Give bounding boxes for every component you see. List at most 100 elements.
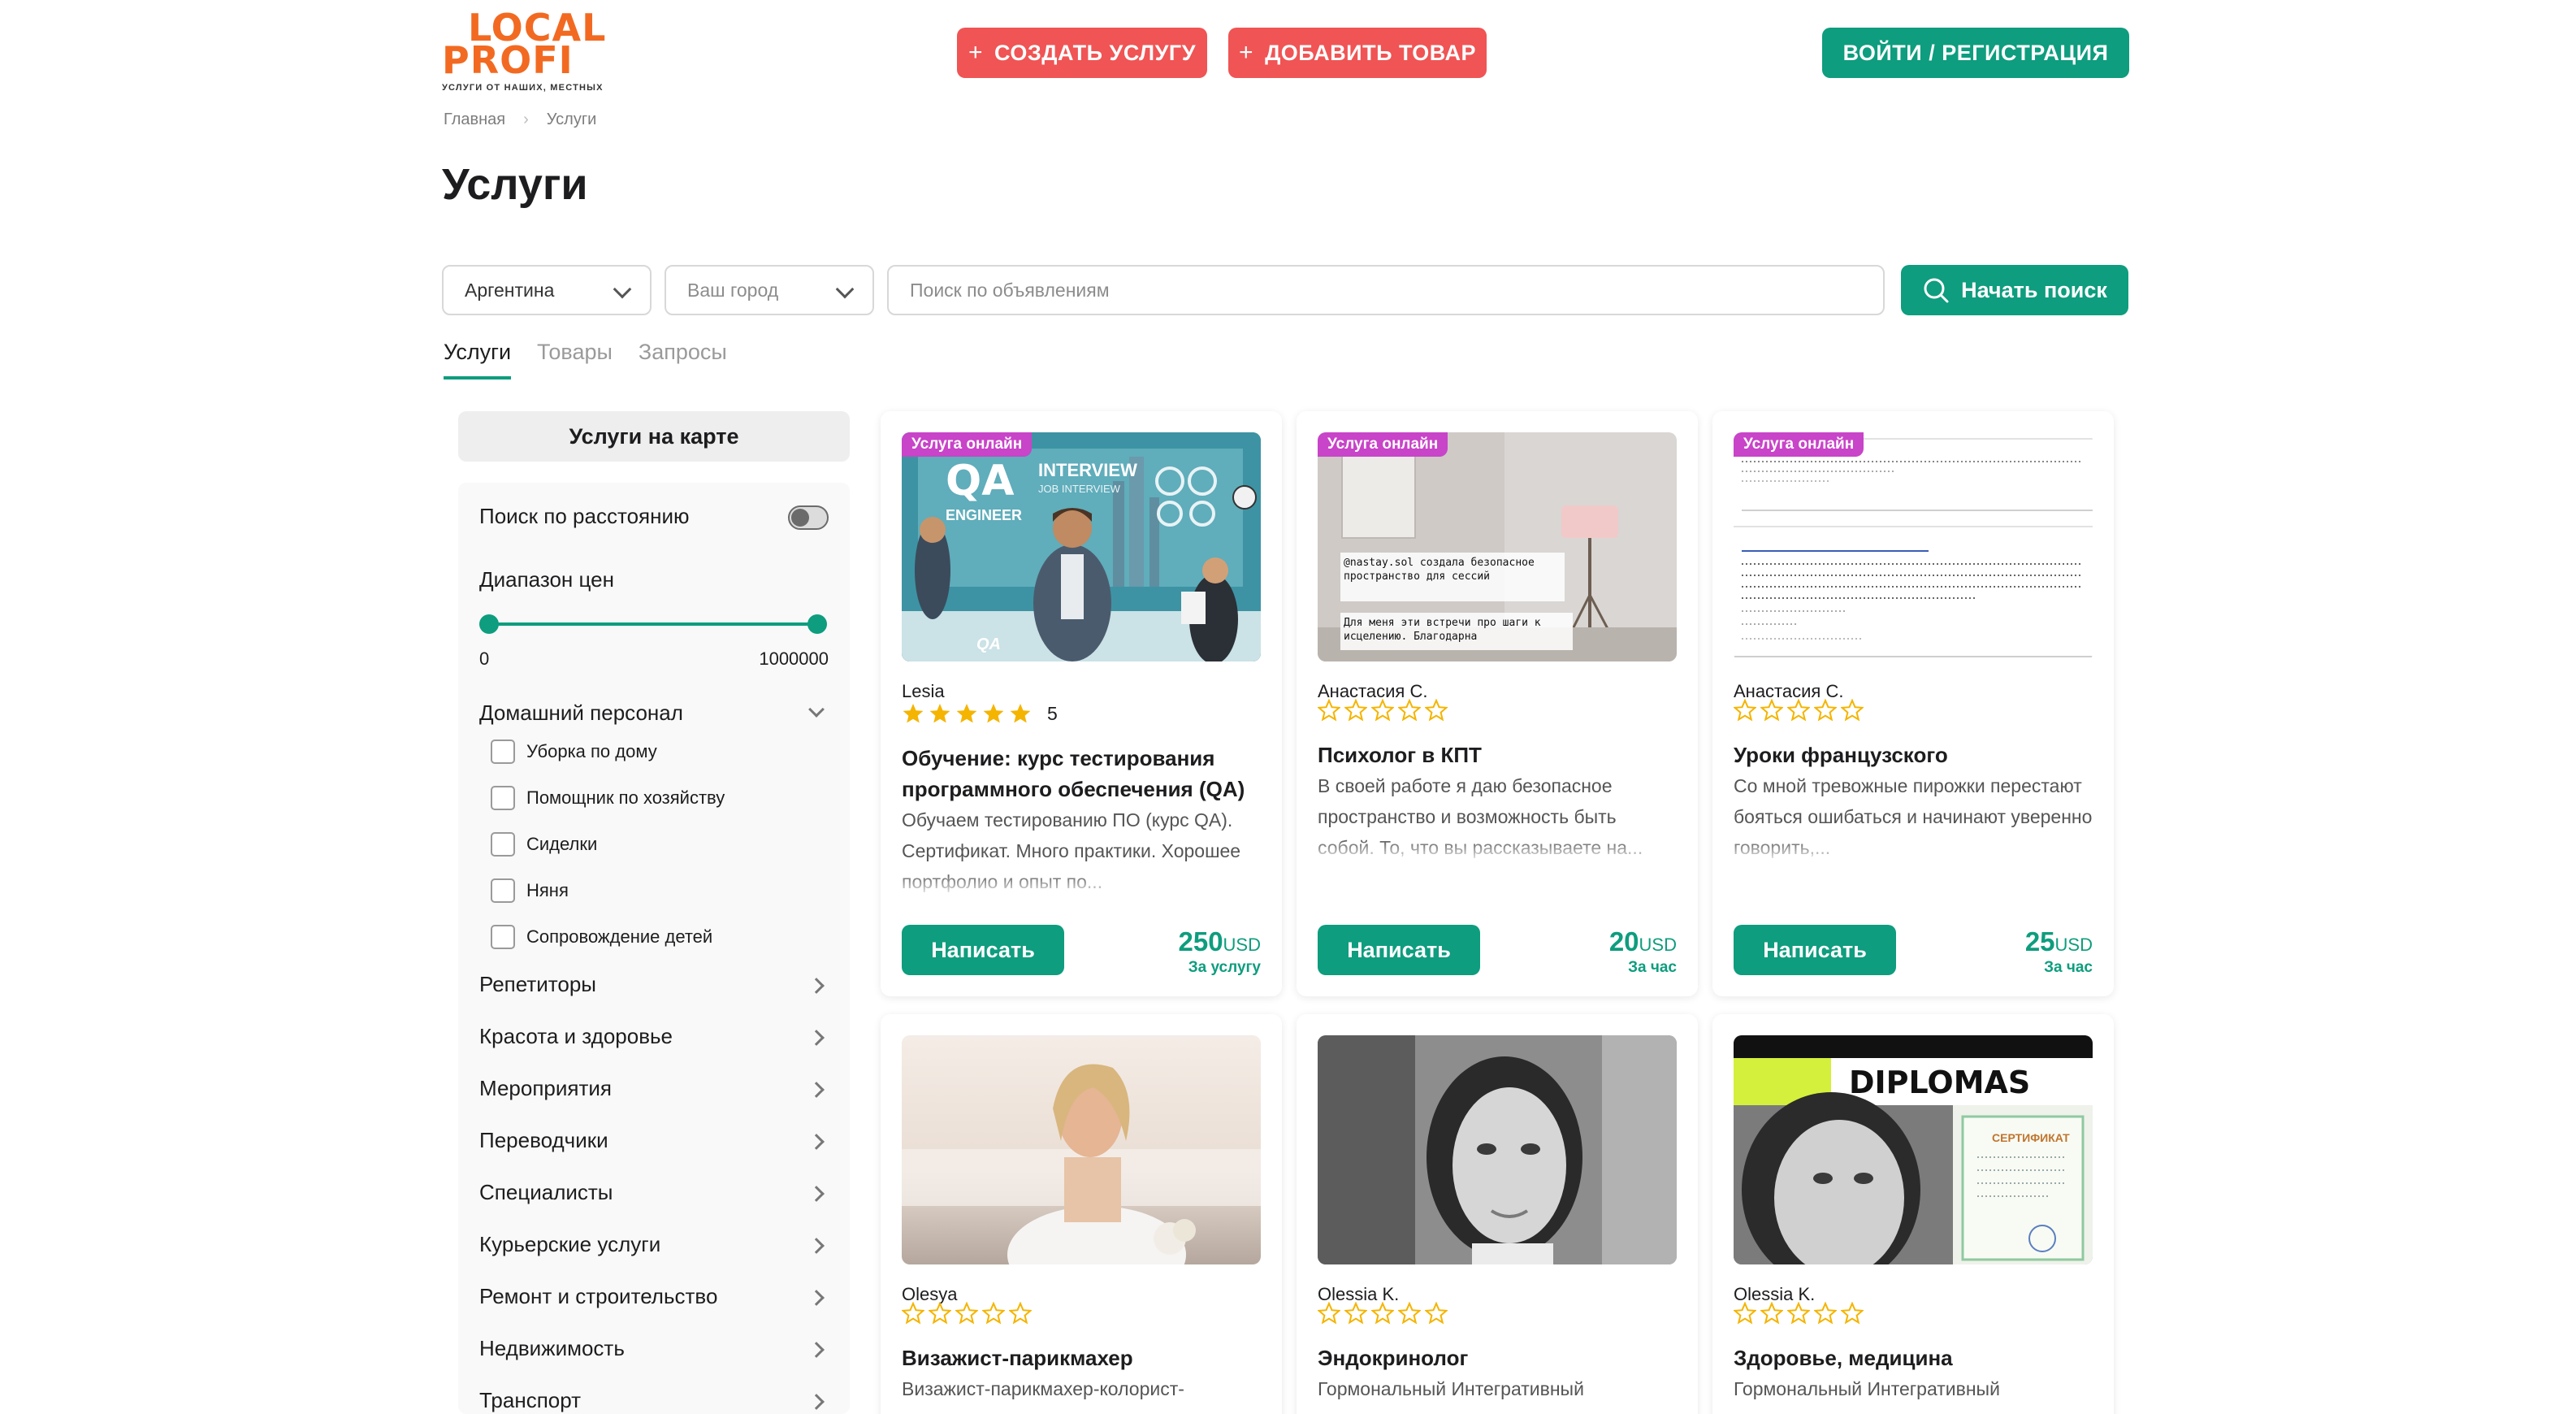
price-unit: За час	[1628, 959, 1677, 976]
card-description-text: Визажист-парикмахер-колорист-	[902, 1378, 1184, 1399]
subcategory-checkbox[interactable]: Помощник по хозяйству	[491, 784, 725, 812]
category-label: Красота и здоровье	[479, 1024, 673, 1048]
service-card[interactable]: DIPLOMAS СЕРТИФИКАТ Olessia K. Здоровье,…	[1712, 1014, 2114, 1414]
rating-stars: 5	[902, 702, 1058, 725]
image-text-diplomas: DIPLOMAS	[1849, 1065, 2031, 1100]
price-unit: За услугу	[1188, 959, 1261, 976]
subcategory-checkbox[interactable]: Сиделки	[491, 831, 597, 858]
toggle-knob	[791, 509, 809, 527]
subcategory-checkbox[interactable]: Сопровождение детей	[491, 923, 712, 951]
create-service-label: СОЗДАТЬ УСЛУГУ	[994, 40, 1197, 65]
star-empty-icon	[1318, 700, 1340, 721]
card-description: В своей работе я даю безопасное простран…	[1318, 770, 1677, 863]
online-badge: Услуга онлайн	[1734, 432, 1864, 457]
write-button[interactable]: Написать	[1734, 925, 1896, 975]
rating-stars	[1318, 699, 1452, 722]
image-text-qa-small: QA	[976, 635, 1001, 653]
category-label: Репетиторы	[479, 972, 596, 996]
search-input[interactable]: Поиск по объявлениям	[887, 265, 1885, 315]
tab-services[interactable]: Услуги	[444, 340, 512, 380]
subcategory-label: Уборка по дому	[526, 741, 657, 761]
card-description-text: Гормональный Интегративный	[1734, 1378, 2000, 1399]
card-title[interactable]: Эндокринолог	[1318, 1342, 1677, 1373]
breadcrumb-home[interactable]: Главная	[444, 111, 505, 129]
logo[interactable]: LOCAL PROFI УСЛУГИ ОТ НАШИХ, МЕСТНЫХ	[442, 9, 621, 93]
page-title: Услуги	[442, 160, 588, 209]
card-title[interactable]: Здоровье, медицина	[1734, 1342, 2093, 1373]
star-empty-icon	[1318, 1303, 1340, 1324]
chevron-down-icon	[613, 280, 632, 299]
city-placeholder: Ваш город	[687, 279, 779, 301]
star-empty-icon	[1814, 1303, 1837, 1324]
category-item[interactable]: Курьерские услуги	[479, 1232, 829, 1264]
category-item[interactable]: Ремонт и строительство	[479, 1284, 829, 1316]
country-select[interactable]: Аргентина	[442, 265, 652, 315]
card-image[interactable]	[902, 1035, 1261, 1264]
card-price: 25USD За час	[2025, 926, 2093, 977]
write-button[interactable]: Написать	[902, 925, 1064, 975]
card-image[interactable]: QA ENGINEER INTERVIEW JOB INTERVIEW QA У…	[902, 432, 1261, 661]
card-description: Обучаем тестированию ПО (курс QA). Серти…	[902, 805, 1261, 897]
star-empty-icon	[1398, 1303, 1421, 1324]
category-home-staff[interactable]: Домашний персонал	[479, 700, 829, 733]
category-item[interactable]: Транспорт	[479, 1388, 829, 1414]
price-currency: USD	[1223, 935, 1261, 955]
add-product-button[interactable]: + ДОБАВИТЬ ТОВАР	[1228, 28, 1487, 78]
breadcrumb: Главная › Услуги	[444, 111, 596, 129]
category-item[interactable]: Недвижимость	[479, 1336, 829, 1368]
category-item[interactable]: Мероприятия	[479, 1076, 829, 1108]
start-search-button[interactable]: Начать поиск	[1901, 265, 2128, 315]
card-image[interactable]: Услуга онлайн	[1734, 432, 2093, 661]
text-fade	[902, 873, 1261, 897]
price-slider-track[interactable]	[489, 622, 817, 626]
category-item[interactable]: Специалисты	[479, 1180, 829, 1212]
online-badge: Услуга онлайн	[902, 432, 1033, 457]
service-card[interactable]: Olesya Визажист-парикмахер Визажист-пари…	[881, 1014, 1282, 1414]
tab-requests[interactable]: Запросы	[639, 340, 727, 380]
image-caption-1: @nastay.sol создала безопасное пространс…	[1344, 557, 1535, 583]
card-author[interactable]: Lesia	[902, 681, 945, 702]
card-title[interactable]: Обучение: курс тестирования программного…	[902, 743, 1261, 805]
category-item[interactable]: Переводчики	[479, 1128, 829, 1160]
card-image[interactable]	[1318, 1035, 1677, 1264]
rating-value: 5	[1047, 702, 1058, 724]
card-price: 250USD За услугу	[1178, 926, 1261, 977]
checkbox[interactable]	[491, 832, 515, 857]
distance-toggle[interactable]	[788, 505, 829, 530]
city-select[interactable]: Ваш город	[665, 265, 874, 315]
subcategory-checkbox[interactable]: Уборка по дому	[491, 738, 657, 766]
create-service-button[interactable]: + СОЗДАТЬ УСЛУГУ	[957, 28, 1207, 78]
services-map-button[interactable]: Услуги на карте	[458, 411, 850, 462]
plus-icon: +	[968, 39, 984, 66]
star-filled-icon	[903, 704, 924, 723]
service-card[interactable]: QA ENGINEER INTERVIEW JOB INTERVIEW QA У…	[881, 411, 1282, 996]
price-range-label: Диапазон цен	[479, 567, 614, 592]
subcategory-checkbox[interactable]: Няня	[491, 877, 569, 904]
card-image[interactable]: @nastay.sol создала безопасное пространс…	[1318, 432, 1677, 661]
price-amount: 20	[1608, 926, 1639, 956]
star-empty-icon	[1841, 700, 1864, 721]
service-card[interactable]: @nastay.sol создала безопасное пространс…	[1297, 411, 1698, 996]
image-text-job: JOB INTERVIEW	[1038, 483, 1120, 495]
star-empty-icon	[1009, 1303, 1032, 1324]
service-card[interactable]: Olessia K. Эндокринолог Гормональный Инт…	[1297, 1014, 1698, 1414]
write-button[interactable]: Написать	[1318, 925, 1480, 975]
price-slider-max-handle[interactable]	[807, 614, 827, 634]
card-title[interactable]: Уроки французского	[1734, 740, 2093, 770]
checkbox[interactable]	[491, 878, 515, 903]
card-title[interactable]: Психолог в КПТ	[1318, 740, 1677, 770]
price-slider-min-handle[interactable]	[479, 614, 499, 634]
card-title[interactable]: Визажист-парикмахер	[902, 1342, 1261, 1373]
chevron-down-icon	[835, 280, 855, 299]
tab-products[interactable]: Товары	[537, 340, 613, 380]
checkbox[interactable]	[491, 740, 515, 764]
category-item[interactable]: Красота и здоровье	[479, 1024, 829, 1056]
checkbox[interactable]	[491, 786, 515, 810]
filters-panel: Поиск по расстоянию Диапазон цен 0 10000…	[458, 483, 850, 1414]
checkbox[interactable]	[491, 925, 515, 949]
card-image[interactable]: DIPLOMAS СЕРТИФИКАТ	[1734, 1035, 2093, 1264]
category-item[interactable]: Репетиторы	[479, 972, 829, 1004]
chevron-right-icon	[808, 1134, 825, 1150]
login-button[interactable]: ВОЙТИ / РЕГИСТРАЦИЯ	[1822, 28, 2129, 78]
service-card[interactable]: Услуга онлайн Анастасия С. Уроки француз…	[1712, 411, 2114, 996]
